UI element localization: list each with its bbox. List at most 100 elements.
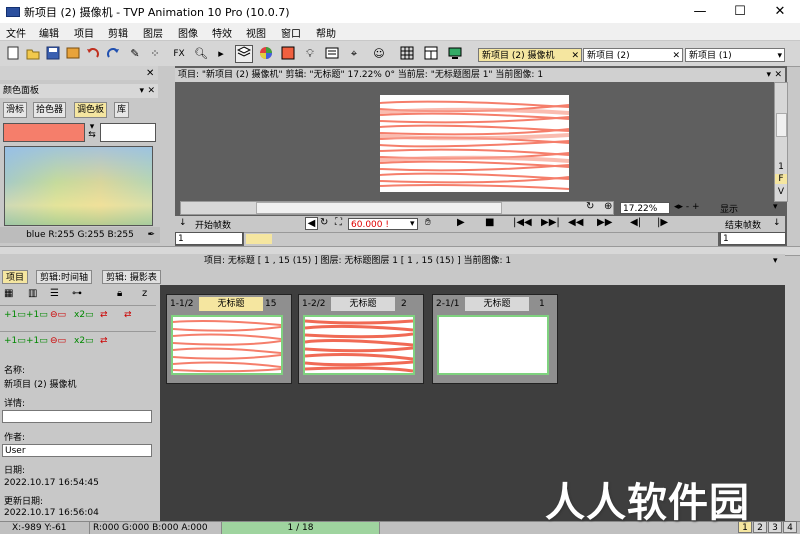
add-after-icon[interactable]: +1▭ [26, 310, 48, 320]
menu-project[interactable]: 项目 [74, 25, 94, 40]
table-icon[interactable] [422, 45, 440, 63]
menu-file[interactable]: 文件 [6, 25, 26, 40]
fx-button[interactable]: FX [170, 45, 188, 63]
step-back-button[interactable]: ◀| [630, 217, 641, 228]
stop-button[interactable]: ■ [485, 217, 494, 228]
chevron-down-icon[interactable]: ▾ [410, 219, 415, 229]
color-swatch-icon[interactable] [279, 45, 297, 63]
center-icon[interactable]: ⊕ [604, 201, 612, 212]
end-arrow-icon[interactable]: ↓ [773, 218, 781, 228]
side-label-v[interactable]: V [775, 187, 787, 197]
step-forward-button[interactable]: |▶ [657, 217, 668, 228]
thumbnail-view-icon[interactable]: ▦ [4, 288, 13, 299]
grid-view-icon[interactable]: ▥ [28, 288, 37, 299]
page-button-4[interactable]: 4 [783, 521, 797, 533]
vertical-scrollbar[interactable] [774, 82, 788, 202]
last-frame-button[interactable]: ▶▶| [541, 217, 560, 228]
close-icon[interactable]: ✕ [147, 84, 155, 98]
page-button-2[interactable]: 2 [753, 521, 767, 533]
tab-project[interactable]: 项目 [2, 270, 29, 284]
close-icon[interactable]: ✕ [146, 68, 154, 79]
redo-icon[interactable] [104, 45, 122, 63]
character-icon[interactable]: ☺ [370, 45, 388, 63]
add-clip-icon[interactable]: +1▭ [4, 310, 26, 320]
page-button-3[interactable]: 3 [768, 521, 782, 533]
close-icon[interactable]: ✕ [571, 49, 579, 63]
doc-tab-camera[interactable]: 新项目 (2) 摄像机 ✕ [478, 48, 582, 62]
chevron-down-icon[interactable]: ▾ [773, 202, 778, 212]
lightbulb-icon[interactable]: 💡︎ [301, 45, 319, 63]
slider-icon[interactable]: ⊶ [72, 288, 82, 299]
maximize-button[interactable]: ☐ [720, 0, 760, 23]
scroll-thumb[interactable] [776, 113, 787, 137]
list-view-icon[interactable]: ☰ [50, 288, 59, 299]
clip-card[interactable]: 1-1/2 无标题 15 [166, 294, 292, 384]
color-wheel-icon[interactable] [257, 45, 275, 63]
clip-card[interactable]: 2-1/1 无标题 1 [432, 294, 558, 384]
chevron-down-icon[interactable]: ▾ [766, 68, 771, 82]
details-field[interactable] [2, 410, 152, 423]
close-button[interactable]: ✕ [760, 0, 800, 23]
menu-edit[interactable]: 编辑 [39, 25, 59, 40]
export-icon[interactable] [64, 45, 82, 63]
secondary-color-swatch[interactable] [100, 123, 156, 142]
duplicate-clip-icon[interactable]: x2▭ [74, 310, 94, 320]
close-icon[interactable]: ✕ [672, 49, 680, 63]
doc-tab-project-2[interactable]: 新项目 (2) ✕ [583, 48, 683, 62]
move-scene-icon[interactable]: ⇄ [100, 336, 108, 346]
tab-picker[interactable]: 拾色器 [33, 102, 67, 118]
play-button[interactable]: ▶ [457, 217, 465, 228]
chevron-down-icon[interactable]: ▾ [777, 49, 782, 63]
eyedropper-icon[interactable]: ✒ [147, 227, 155, 243]
primary-color-swatch[interactable] [3, 123, 85, 142]
tab-timeline[interactable]: 剪辑:时间轴 [36, 270, 93, 284]
chevron-down-icon[interactable]: ▾ [139, 84, 144, 98]
frame-ruler[interactable] [244, 232, 718, 246]
layers-icon[interactable] [235, 45, 253, 63]
play-icon[interactable]: ▸ [212, 45, 230, 63]
hand-icon[interactable]: ✋︎ [425, 217, 431, 228]
side-label-f[interactable]: F [775, 174, 787, 184]
author-field[interactable]: User [2, 444, 152, 457]
add-scene-after-icon[interactable]: +1▭ [26, 336, 48, 346]
menu-layer[interactable]: 图层 [143, 25, 163, 40]
start-frame-input[interactable]: 1 [175, 232, 243, 245]
chevron-down-icon[interactable]: ▾ [773, 254, 778, 268]
menu-effects[interactable]: 特效 [212, 25, 232, 40]
swap-colors-icon[interactable]: ▾ ⇆ [86, 123, 98, 140]
timeline-icon[interactable] [323, 45, 341, 63]
save-icon[interactable] [44, 45, 62, 63]
merge-clip-icon[interactable]: ⇄ [124, 310, 132, 320]
crosshair-icon[interactable]: ⌖ [345, 45, 363, 63]
clip-card[interactable]: 1-2/2 无标题 2 [298, 294, 424, 384]
split-clip-icon[interactable]: ⇄ [100, 310, 108, 320]
fit-icon[interactable]: ⛶ [335, 217, 342, 228]
first-frame-button[interactable]: |◀◀ [513, 217, 532, 228]
tab-xsheet[interactable]: 剪辑: 摄影表 [102, 270, 161, 284]
sort-icon[interactable]: z [142, 288, 147, 299]
open-folder-icon[interactable] [24, 45, 42, 63]
duplicate-scene-icon[interactable]: x2▭ [74, 336, 94, 346]
tab-library[interactable]: 库 [114, 102, 130, 118]
wand-icon[interactable]: ✎ [126, 45, 144, 63]
grid-icon[interactable] [398, 45, 416, 63]
undo-icon[interactable] [84, 45, 102, 63]
fps-input[interactable]: 60.000 ! [348, 218, 418, 230]
remove-clip-icon[interactable]: ⊖▭ [50, 310, 66, 320]
menu-clip[interactable]: 剪辑 [108, 25, 128, 40]
scroll-thumb[interactable] [256, 202, 502, 214]
new-file-icon[interactable] [4, 45, 22, 63]
menu-view[interactable]: 视图 [246, 25, 266, 40]
rotate-icon[interactable]: ↻ [586, 201, 594, 212]
sound-icon[interactable]: ◀ [305, 217, 318, 230]
drawing-canvas[interactable] [380, 95, 569, 192]
doc-tab-project-1[interactable]: 新项目 (1) ▾ [685, 48, 785, 62]
tab-sliders[interactable]: 滑标 [3, 102, 28, 118]
end-frame-input[interactable]: 1 [720, 232, 786, 245]
menu-help[interactable]: 帮助 [316, 25, 336, 40]
minimize-button[interactable]: — [680, 0, 720, 23]
add-scene-icon[interactable]: +1▭ [4, 336, 26, 346]
menu-window[interactable]: 窗口 [281, 25, 301, 40]
lock-icon[interactable]: 🔒︎ [117, 288, 122, 299]
side-label-1[interactable]: 1 [775, 162, 787, 172]
